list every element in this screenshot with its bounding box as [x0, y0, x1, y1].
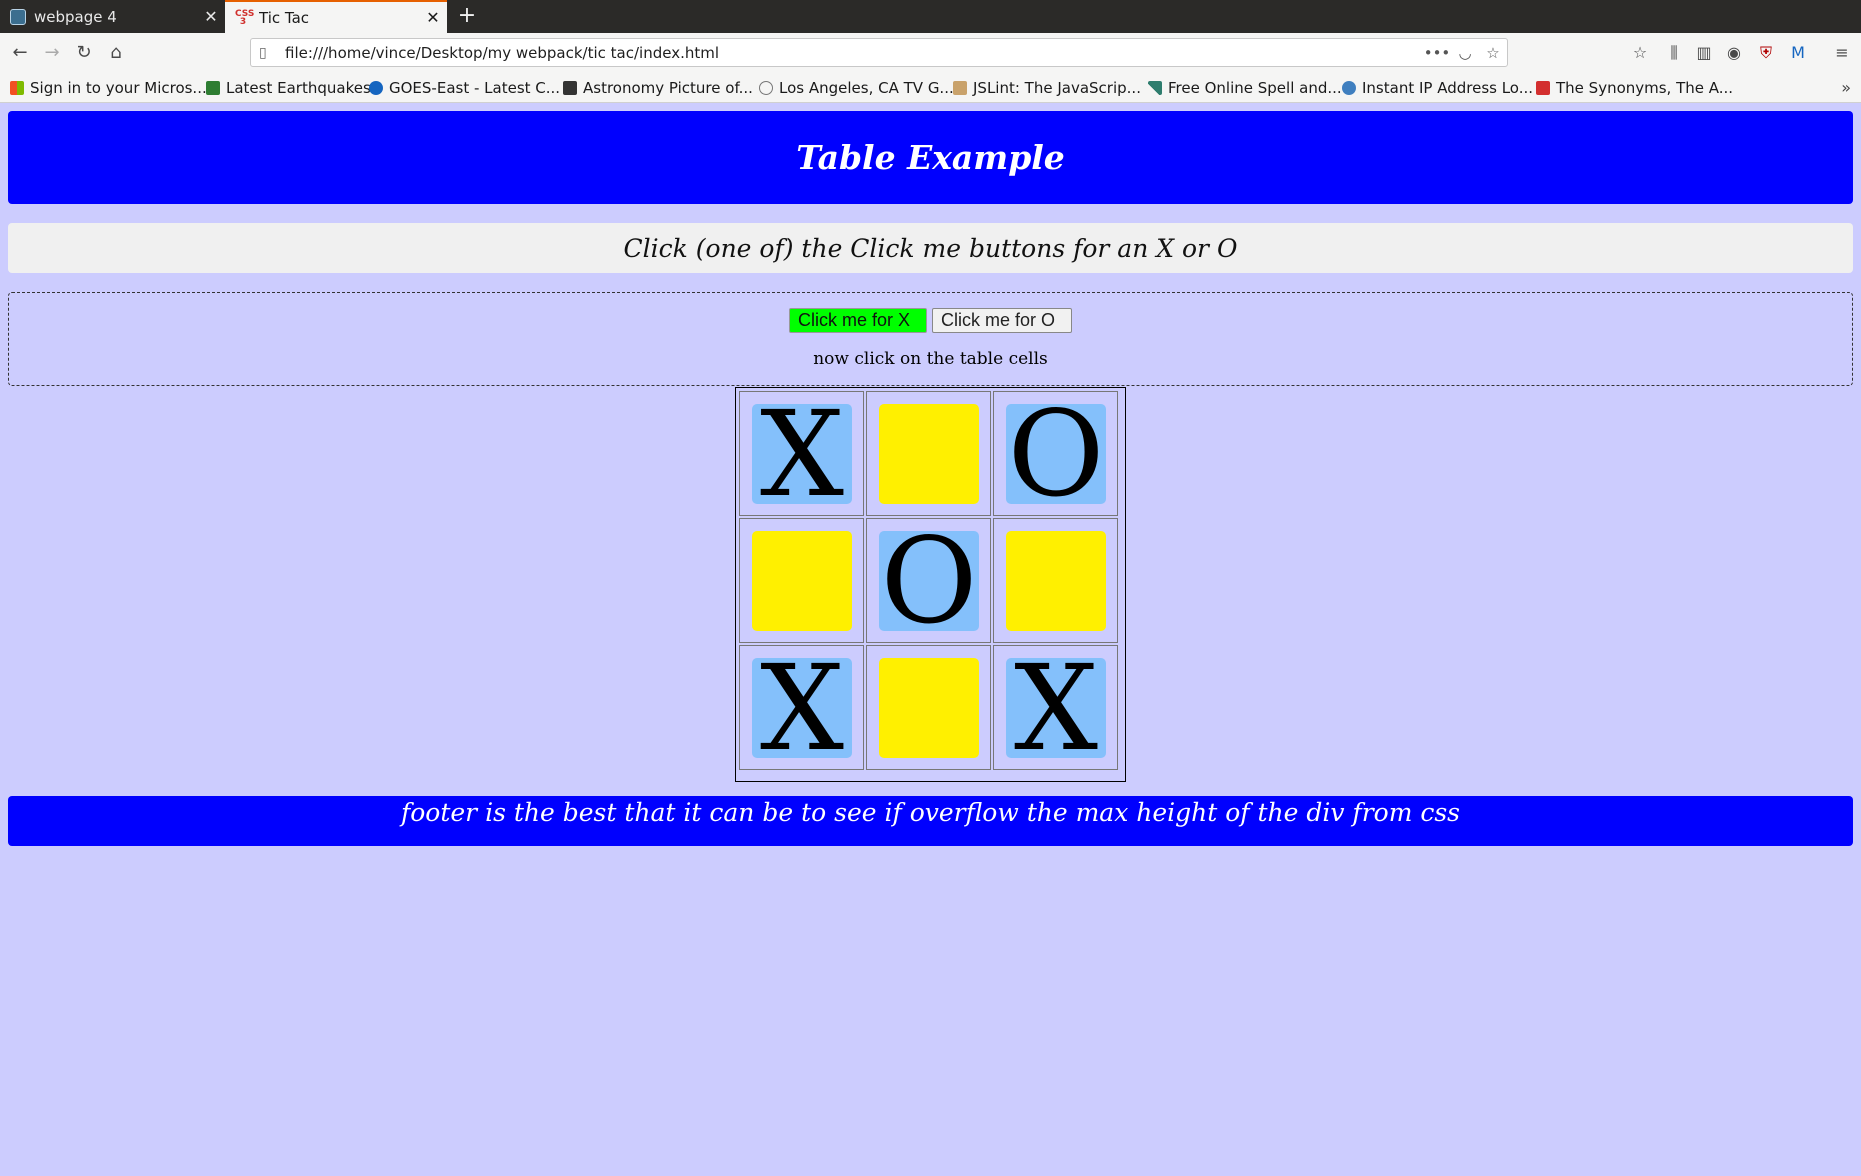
bookmark-label: Astronomy Picture of...	[583, 79, 753, 97]
page-footer: footer is the best that it can be to see…	[8, 796, 1853, 846]
cell-mark[interactable]: X	[1006, 649, 1106, 767]
hint-text: now click on the table cells	[813, 349, 1048, 369]
new-tab-button[interactable]: +	[452, 0, 482, 33]
jslint-icon	[953, 81, 967, 95]
board-cell[interactable]: X	[739, 645, 864, 770]
cell-mark[interactable]: O	[879, 522, 979, 640]
pocket-icon[interactable]: ◡	[1451, 44, 1479, 62]
bookmark-item[interactable]: Instant IP Address Lo...	[1342, 77, 1533, 99]
board-cell[interactable]	[866, 645, 991, 770]
bookmarks-menu-icon[interactable]: ☆	[1628, 41, 1652, 65]
board-cell[interactable]: O	[866, 518, 991, 643]
address-bar[interactable]: ▯ file:///home/vince/Desktop/my webpack/…	[250, 38, 1508, 67]
close-icon[interactable]: ✕	[419, 8, 447, 27]
sidebar-icon[interactable]: ▥	[1692, 41, 1716, 65]
board-row: X X	[739, 645, 1118, 770]
tab-webpage-4[interactable]: webpage 4 ✕	[0, 0, 225, 33]
tic-tac-toe-board: X O O X X	[735, 387, 1126, 782]
bookmark-label: Instant IP Address Lo...	[1362, 79, 1534, 97]
board-table: X O O X X	[737, 389, 1120, 772]
board-cell[interactable]: X	[739, 391, 864, 516]
tab-title: Tic Tac	[259, 8, 310, 27]
bookmark-star-icon[interactable]: ☆	[1479, 44, 1507, 62]
bookmark-label: JSLint: The JavaScrip...	[973, 79, 1141, 97]
board-cell[interactable]	[866, 391, 991, 516]
cell-mark[interactable]	[752, 531, 852, 631]
board-cell[interactable]: O	[993, 391, 1118, 516]
microsoft-icon	[10, 81, 24, 95]
mountain-icon	[1148, 81, 1162, 95]
css-favicon-icon: CSS 3	[235, 8, 255, 27]
bookmark-item[interactable]: The Synonyms, The A...	[1536, 77, 1733, 99]
board-cell[interactable]	[993, 518, 1118, 643]
bookmark-item[interactable]: JSLint: The JavaScrip...	[953, 77, 1141, 99]
globe-icon	[759, 81, 773, 95]
apod-icon	[563, 81, 577, 95]
page-title: Table Example	[796, 138, 1065, 177]
close-icon[interactable]: ✕	[197, 7, 225, 26]
bookmark-label: Sign in to your Micros...	[30, 79, 207, 97]
bookmarks-toolbar: Sign in to your Micros... Latest Earthqu…	[0, 73, 1861, 103]
navigation-toolbar: ← → ↻ ⌂ ▯ file:///home/vince/Desktop/my …	[0, 33, 1861, 73]
bookmark-item[interactable]: Los Angeles, CA TV G...	[759, 77, 954, 99]
page-header: Table Example	[8, 111, 1853, 204]
bookmark-label: Latest Earthquakes	[226, 79, 371, 97]
bookmark-item[interactable]: GOES-East - Latest C...	[369, 77, 560, 99]
instructions-text: Click (one of) the Click me buttons for …	[8, 223, 1853, 273]
page-content: Table Example Click (one of) the Click m…	[0, 103, 1861, 1176]
library-icon[interactable]: ⫼	[1662, 41, 1686, 65]
bookmark-item[interactable]: Astronomy Picture of...	[563, 77, 753, 99]
tab-bar: webpage 4 ✕ CSS 3 Tic Tac ✕ +	[0, 0, 1861, 33]
bookmark-item[interactable]: Latest Earthquakes	[206, 77, 371, 99]
click-for-x-button[interactable]: Click me for X	[789, 308, 927, 333]
cell-mark[interactable]	[879, 658, 979, 758]
forward-icon[interactable]: →	[40, 41, 64, 65]
board-row: O	[739, 518, 1118, 643]
thesaurus-icon	[1536, 81, 1550, 95]
page-favicon-icon	[10, 8, 26, 25]
back-icon[interactable]: ←	[8, 41, 32, 65]
click-for-o-button[interactable]: Click me for O	[932, 308, 1072, 333]
tab-title: webpage 4	[34, 7, 117, 26]
cell-mark[interactable]: O	[1006, 395, 1106, 513]
earthquake-icon	[206, 81, 220, 95]
controls-panel: Click me for X Click me for O now click …	[8, 292, 1853, 386]
cell-mark[interactable]	[879, 404, 979, 504]
noaa-icon	[369, 81, 383, 95]
bookmark-label: Free Online Spell and...	[1168, 79, 1342, 97]
bookmark-label: The Synonyms, The A...	[1556, 79, 1734, 97]
more-bookmarks-icon[interactable]: »	[1841, 78, 1851, 97]
reload-icon[interactable]: ↻	[72, 41, 96, 65]
board-row: X O	[739, 391, 1118, 516]
bookmark-item[interactable]: Sign in to your Micros...	[10, 77, 207, 99]
cell-mark[interactable]	[1006, 531, 1106, 631]
cell-mark[interactable]: X	[752, 395, 852, 513]
bookmark-label: Los Angeles, CA TV G...	[779, 79, 954, 97]
url-text[interactable]: file:///home/vince/Desktop/my webpack/ti…	[285, 44, 1423, 62]
page-info-icon[interactable]: ▯	[259, 45, 285, 61]
tab-tic-tac[interactable]: CSS 3 Tic Tac ✕	[225, 0, 447, 33]
page-actions-icon[interactable]: •••	[1423, 44, 1451, 62]
bookmark-item[interactable]: Free Online Spell and...	[1148, 77, 1342, 99]
extension-icon[interactable]: M	[1786, 41, 1810, 65]
home-icon[interactable]: ⌂	[104, 41, 128, 65]
cell-mark[interactable]: X	[752, 649, 852, 767]
button-row: Click me for X Click me for O	[9, 308, 1852, 333]
globe-icon	[1342, 81, 1356, 95]
board-cell[interactable]: X	[993, 645, 1118, 770]
account-icon[interactable]: ◉	[1722, 41, 1746, 65]
ublock-icon[interactable]: ⛨	[1754, 41, 1778, 65]
board-cell[interactable]	[739, 518, 864, 643]
menu-icon[interactable]: ≡	[1830, 41, 1854, 65]
bookmark-label: GOES-East - Latest C...	[389, 79, 561, 97]
